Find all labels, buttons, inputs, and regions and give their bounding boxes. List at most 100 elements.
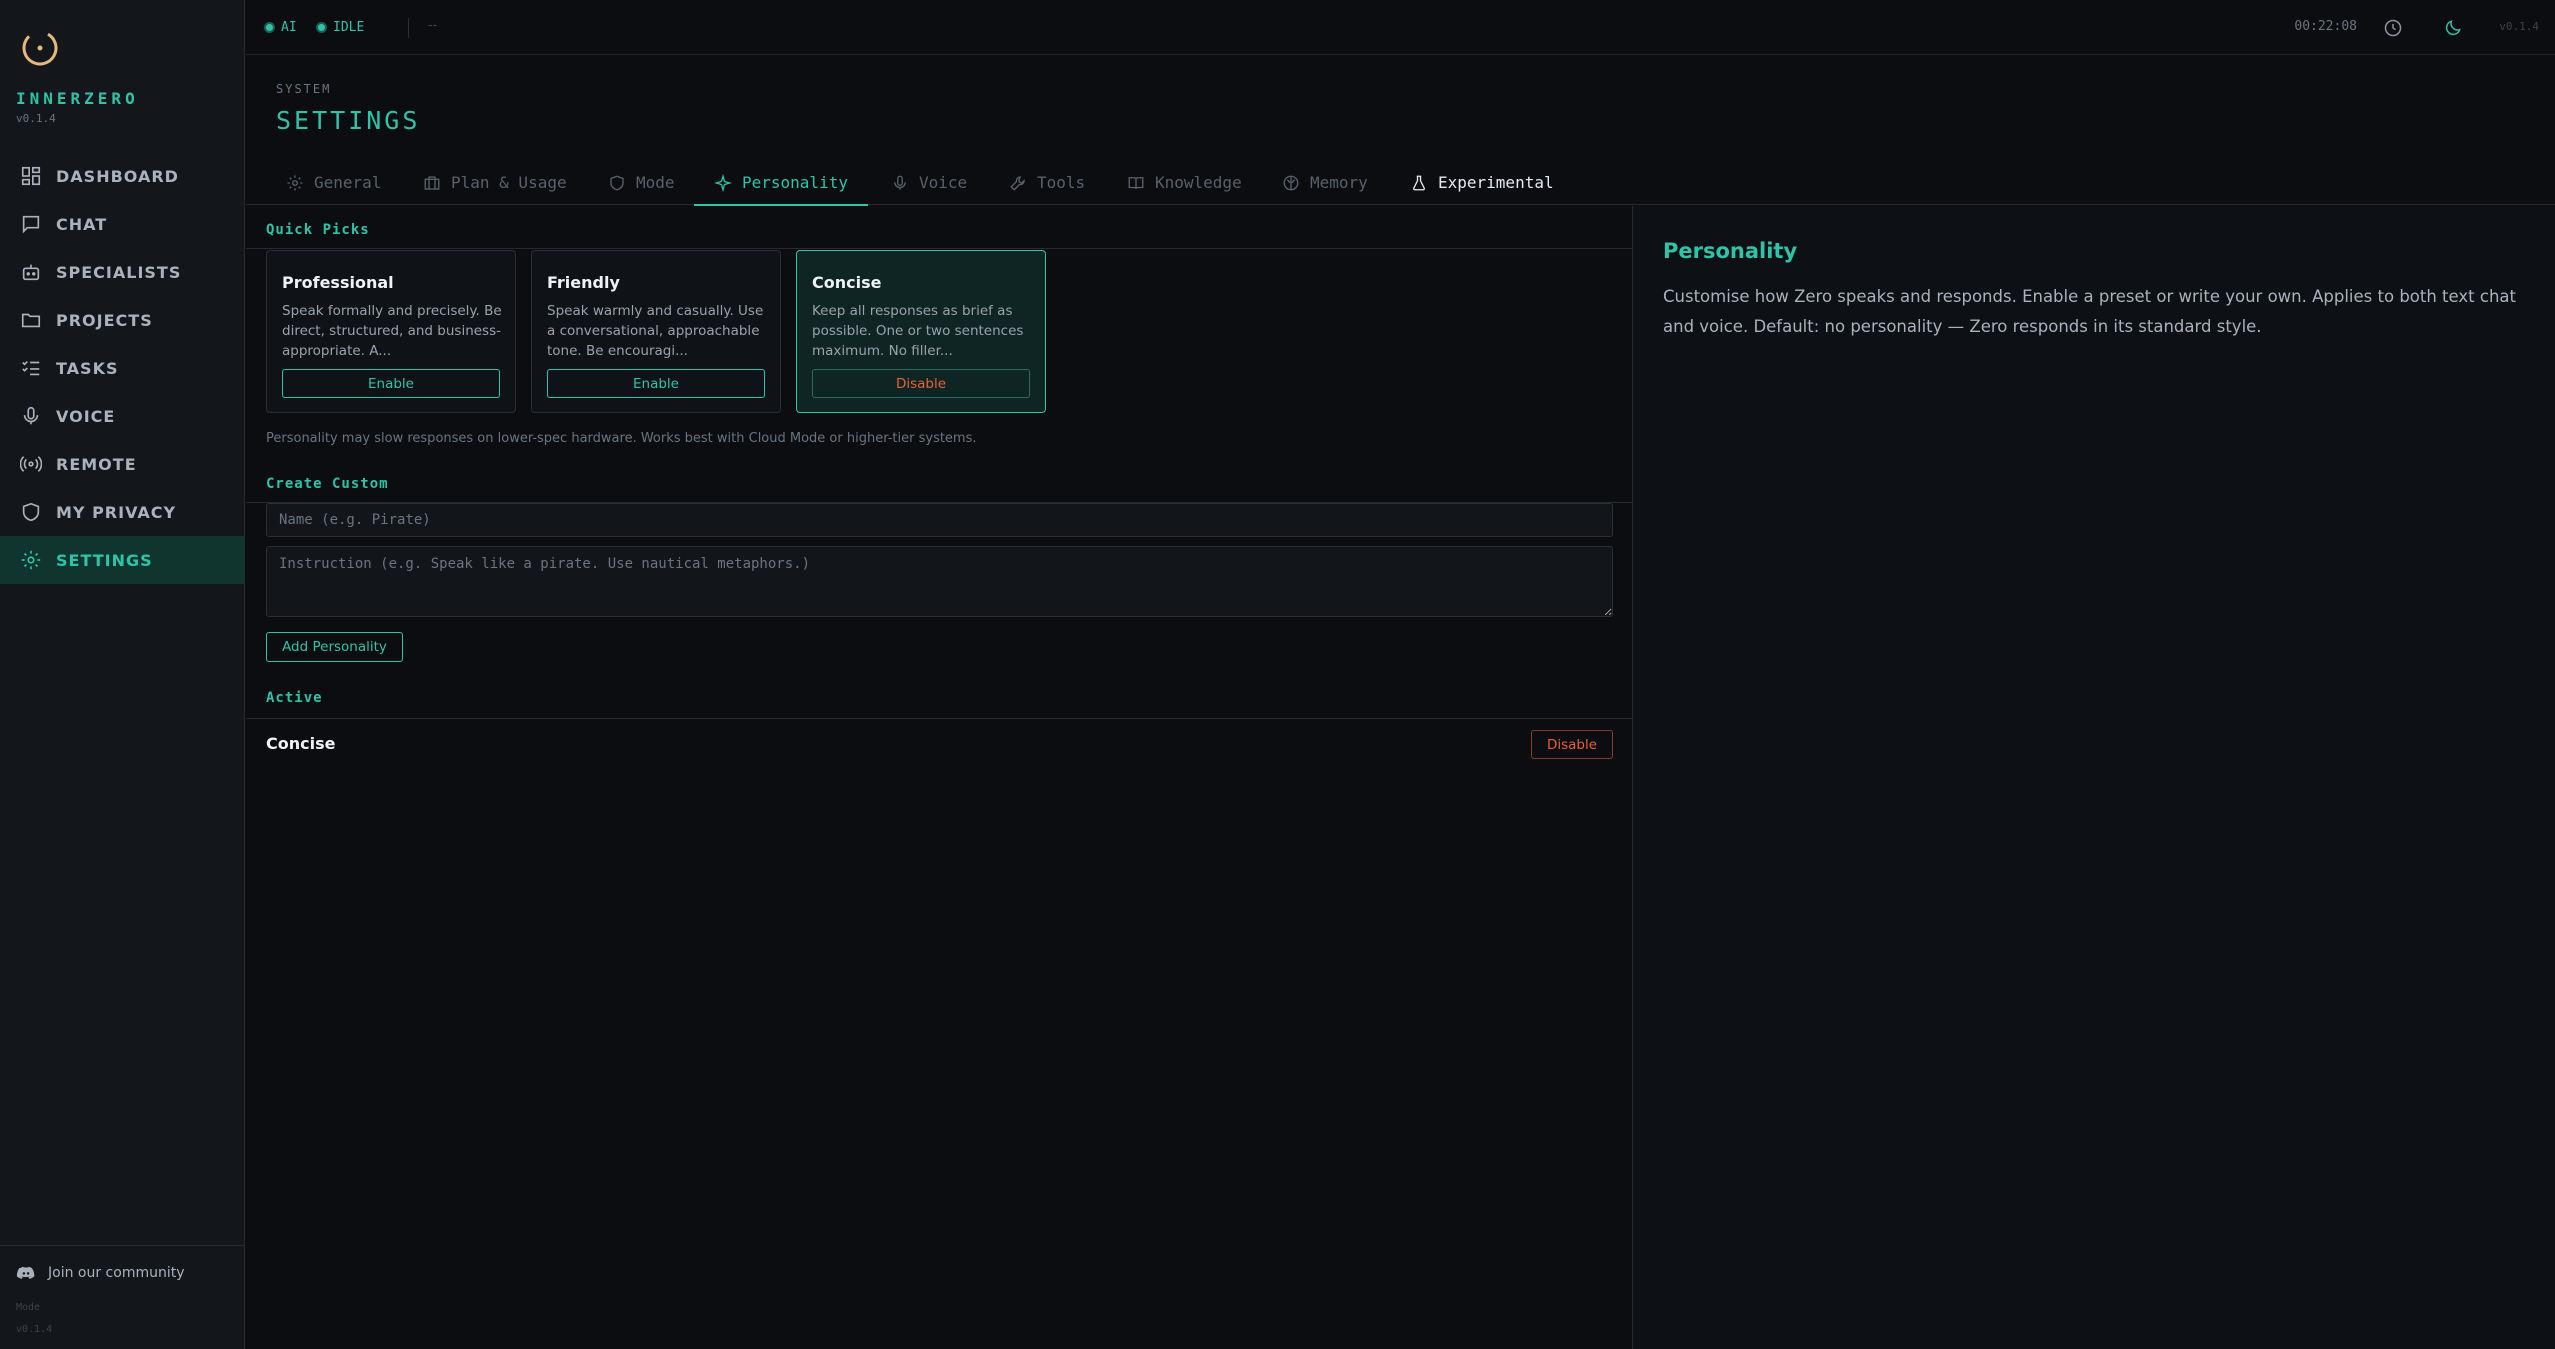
create-custom-title: Create Custom (266, 476, 389, 492)
sidebar-nav: DASHBOARD CHAT SPECIALISTS PROJECTS TASK… (0, 152, 245, 584)
preset-card-concise: Concise Keep all responses as brief as p… (796, 250, 1046, 413)
theme-moon-icon[interactable] (2443, 18, 2463, 38)
sidebar-item-chat[interactable]: CHAT (0, 200, 245, 248)
preset-card-professional: Professional Speak formally and precisel… (266, 250, 516, 413)
tab-label: Voice (919, 173, 968, 192)
briefcase-icon (424, 175, 440, 190)
sidebar-item-settings[interactable]: SETTINGS (0, 536, 245, 584)
idle-status-label: IDLE (333, 20, 365, 35)
card-description: Keep all responses as brief as possible.… (812, 303, 1024, 359)
personality-name-input[interactable] (266, 503, 1613, 537)
ai-status: AI (264, 20, 297, 35)
sidebar-item-label: VOICE (56, 406, 116, 426)
app-root: INNERZERO v0.1.4 DASHBOARD CHAT SPECIALI… (0, 0, 2555, 1349)
sidebar-item-label: CHAT (56, 214, 108, 234)
tab-tools[interactable]: Tools (1009, 160, 1085, 205)
ai-status-label: AI (281, 20, 297, 35)
sidebar-item-specialists[interactable]: SPECIALISTS (0, 248, 245, 296)
broadcast-icon (20, 456, 42, 472)
topbar-version: v0.1.4 (2499, 20, 2539, 33)
discord-icon (16, 1266, 35, 1279)
tab-experimental[interactable]: Experimental (1410, 160, 1554, 205)
sidebar-item-projects[interactable]: PROJECTS (0, 296, 245, 344)
shield-icon (610, 175, 624, 190)
sidebar-item-label: PROJECTS (56, 310, 153, 330)
tab-plan-usage[interactable]: Plan & Usage (423, 160, 567, 205)
checklist-icon (22, 360, 40, 376)
tab-label: Experimental (1438, 173, 1554, 192)
section-divider (246, 248, 1632, 249)
enable-button[interactable]: Enable (282, 369, 500, 398)
gear-icon (21, 550, 41, 570)
book-icon (1128, 176, 1144, 189)
footer-version: v0.1.4 (16, 1324, 53, 1335)
topbar-divider (408, 18, 409, 38)
history-icon[interactable] (2383, 18, 2403, 38)
sidebar-footer: Join our community Mode v0.1.4 (0, 1245, 245, 1349)
personality-settings: Quick Picks Professional Speak formally … (246, 206, 1632, 1349)
info-title: Personality (1663, 239, 1798, 263)
shield-icon (22, 502, 40, 522)
community-label: Join our community (48, 1265, 185, 1281)
tab-personality[interactable]: Personality (694, 160, 868, 206)
sidebar: INNERZERO v0.1.4 DASHBOARD CHAT SPECIALI… (0, 0, 245, 1349)
quick-picks-title: Quick Picks (266, 222, 370, 238)
community-link[interactable]: Join our community (16, 1263, 185, 1283)
disable-active-button[interactable]: Disable (1531, 730, 1613, 759)
sidebar-item-tasks[interactable]: TASKS (0, 344, 245, 392)
tab-label: Tools (1037, 173, 1086, 192)
clock: 00:22:08 (2294, 19, 2357, 34)
tab-voice[interactable]: Voice (891, 160, 967, 205)
sparkle-icon (714, 173, 732, 192)
info-description: Customise how Zero speaks and responds. … (1663, 287, 2516, 336)
idle-status: IDLE (316, 20, 364, 35)
tab-knowledge[interactable]: Knowledge (1127, 160, 1242, 205)
card-description: Speak formally and precisely. Be direct,… (282, 303, 502, 359)
robot-icon (22, 264, 40, 281)
tab-mode[interactable]: Mode (608, 160, 675, 205)
brand-name: INNERZERO (16, 89, 139, 108)
performance-hint: Personality may slow responses on lower-… (266, 431, 977, 446)
info-panel: Personality Customise how Zero speaks an… (1633, 206, 2555, 1349)
tab-label: Knowledge (1155, 173, 1242, 192)
ai-status-dot (264, 22, 275, 33)
sidebar-item-label: TASKS (56, 358, 119, 378)
enable-button[interactable]: Enable (547, 369, 765, 398)
active-personality-name: Concise (266, 734, 336, 753)
tab-general[interactable]: General (286, 160, 381, 205)
tab-label: Personality (742, 173, 848, 192)
card-description: Speak warmly and casually. Use a convers… (547, 303, 764, 359)
tab-label: Mode (636, 173, 675, 192)
sidebar-item-label: MY PRIVACY (56, 502, 177, 522)
sidebar-item-label: DASHBOARD (56, 166, 179, 186)
brain-icon (1283, 175, 1299, 190)
tab-label: Plan & Usage (451, 173, 567, 192)
topbar-placeholder: -- (428, 18, 438, 33)
sidebar-item-voice[interactable]: VOICE (0, 392, 245, 440)
tab-label: Memory (1310, 173, 1368, 192)
tab-memory[interactable]: Memory (1282, 160, 1368, 205)
add-personality-button[interactable]: Add Personality (266, 632, 403, 662)
logo-icon (22, 30, 58, 66)
settings-tabs: General Plan & Usage Mode Personality Vo… (246, 160, 2555, 206)
page-title: SETTINGS (276, 106, 421, 135)
disable-button[interactable]: Disable (812, 369, 1030, 398)
sidebar-item-remote[interactable]: REMOTE (0, 440, 245, 488)
preset-card-friendly: Friendly Speak warmly and casually. Use … (531, 250, 781, 413)
card-title: Professional (282, 273, 394, 292)
chat-icon (22, 215, 40, 234)
dashboard-icon (21, 166, 41, 186)
flask-icon (1413, 175, 1425, 190)
card-title: Friendly (547, 273, 620, 292)
top-bar: AI IDLE -- 00:22:08 v0.1.4 (246, 0, 2555, 55)
wrench-icon (1010, 175, 1025, 191)
personality-instruction-input[interactable] (266, 546, 1613, 617)
sidebar-item-label: SETTINGS (56, 550, 153, 570)
section-divider (246, 718, 1632, 719)
microphone-icon (23, 406, 39, 425)
footer-mode: Mode (16, 1302, 41, 1313)
idle-status-dot (316, 22, 327, 33)
sidebar-item-dashboard[interactable]: DASHBOARD (0, 152, 245, 200)
microphone-icon (894, 175, 906, 190)
sidebar-item-my-privacy[interactable]: MY PRIVACY (0, 488, 245, 536)
